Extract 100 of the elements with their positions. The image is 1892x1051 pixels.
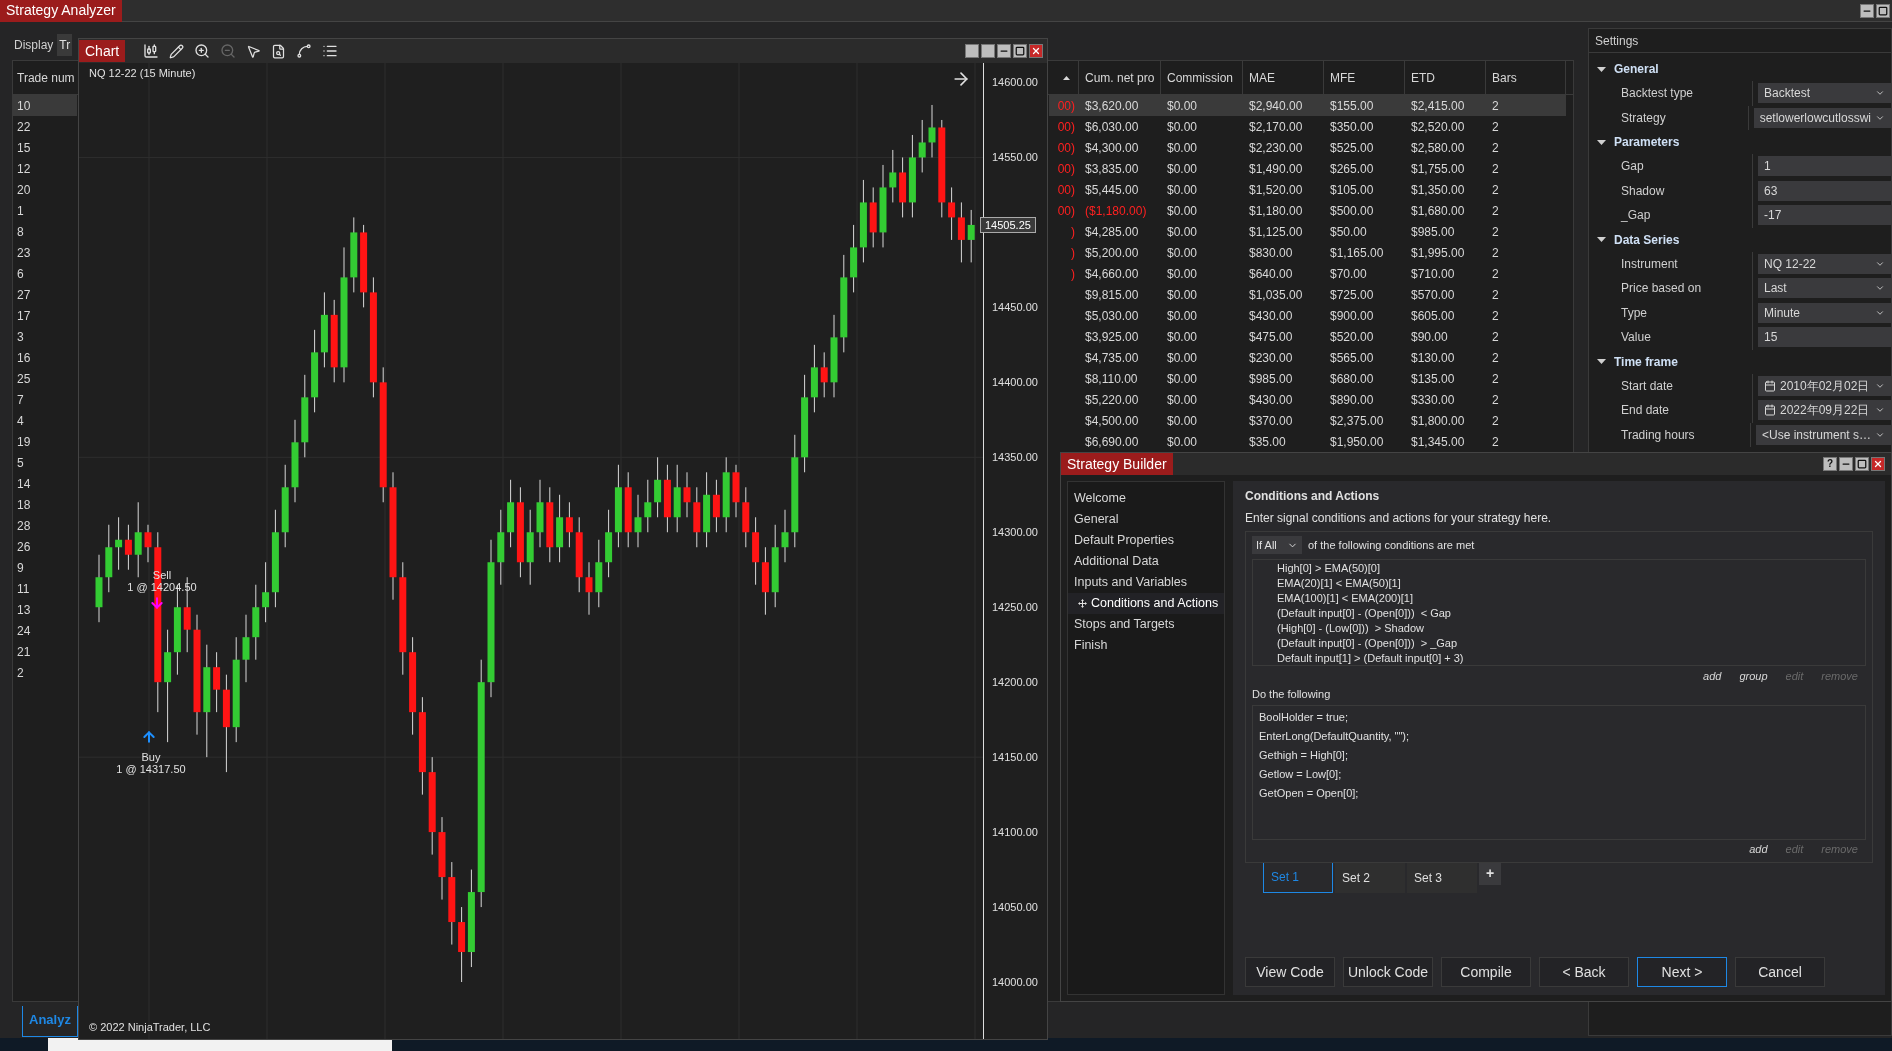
condition-row[interactable]: (Default input[0] - (Open[0])) < Gap [1277, 606, 1865, 621]
table-cell[interactable]: 12 [13, 158, 77, 179]
table-cell[interactable]: 11 [13, 578, 77, 599]
table-cell[interactable]: 16 [13, 347, 77, 368]
list-icon[interactable] [322, 43, 339, 59]
table-row[interactable]: ) $5,200.00 $0.00 $830.00 $1,165.00 $1,995.00 2 [1049, 242, 1566, 263]
table-cell[interactable]: 6 [13, 263, 77, 284]
dropdown-field[interactable]: NQ 12-22 [1758, 253, 1891, 274]
table-cell[interactable]: 2 [13, 662, 77, 683]
table-cell[interactable]: 8 [13, 221, 77, 242]
wizard-nav-item[interactable]: Inputs and Variables [1068, 572, 1224, 593]
condition-row[interactable]: (High[0] - (Low[0])) > Shadow [1277, 621, 1865, 636]
section-header[interactable]: Parameters [1614, 133, 1680, 151]
wizard-button[interactable]: Unlock Code [1343, 957, 1433, 987]
table-cell[interactable]: 7 [13, 389, 77, 410]
column-header[interactable]: MAE [1243, 61, 1324, 94]
table-row[interactable]: $8,110.00 $0.00 $985.00 $680.00 $135.00 2 [1049, 368, 1566, 389]
table-row[interactable]: $3,925.00 $0.00 $475.00 $520.00 $90.00 2 [1049, 326, 1566, 347]
action-link[interactable]: add [1703, 667, 1722, 685]
expand-triangle-icon[interactable] [1597, 357, 1606, 366]
chart-tab[interactable]: Chart [79, 40, 126, 62]
minimize-button[interactable] [1839, 457, 1853, 471]
action-link[interactable]: add [1749, 841, 1768, 858]
condition-row[interactable]: EMA(20)[1] < EMA(50)[1] [1277, 576, 1865, 591]
input-field[interactable]: 15 [1758, 327, 1891, 348]
dropdown-field[interactable]: Backtest [1758, 83, 1891, 104]
column-header[interactable]: MFE [1324, 61, 1405, 94]
date-field[interactable]: 2010年02月02日 [1758, 375, 1891, 396]
table-cell[interactable]: 26 [13, 536, 77, 557]
table-cell[interactable]: 19 [13, 431, 77, 452]
wizard-button[interactable]: View Code [1245, 957, 1335, 987]
expand-triangle-icon[interactable] [1597, 64, 1606, 74]
zoom-out-icon[interactable] [220, 43, 237, 59]
table-cell[interactable]: 1 [13, 200, 77, 221]
set-tab[interactable]: Set 2 [1335, 862, 1405, 893]
section-header[interactable]: Time frame [1614, 352, 1678, 371]
table-row[interactable]: $6,690.00 $0.00 $35.00 $1,950.00 $1,345.00 2 [1049, 431, 1566, 452]
table-cell[interactable]: 28 [13, 515, 77, 536]
table-row[interactable]: 00) ($1,180.00) $0.00 $1,180.00 $500.00 $1,680.00 2 [1049, 200, 1566, 221]
table-cell[interactable]: 27 [13, 284, 77, 305]
column-header[interactable]: ETD [1405, 61, 1486, 94]
set-tab[interactable]: Set 1 [1263, 862, 1333, 893]
table-cell[interactable]: 22 [13, 116, 77, 137]
analyzer-tab[interactable]: Display [12, 34, 56, 56]
minimize-button[interactable] [1860, 3, 1874, 18]
table-row[interactable]: $9,815.00 $0.00 $1,035.00 $725.00 $570.00 2 [1049, 284, 1566, 305]
table-cell[interactable]: 14 [13, 473, 77, 494]
wizard-nav-item[interactable]: Conditions and Actions [1068, 593, 1224, 614]
table-cell[interactable]: 15 [13, 137, 77, 158]
zoom-in-icon[interactable] [194, 43, 211, 59]
table-row[interactable]: ) $4,285.00 $0.00 $1,125.00 $50.00 $985.00 2 [1049, 221, 1566, 242]
condition-row[interactable]: High[0] > EMA(50)[0] [1277, 561, 1865, 576]
expand-triangle-icon[interactable] [1597, 235, 1606, 244]
table-row[interactable]: 00) $3,620.00 $0.00 $2,940.00 $155.00 $2,415.00 2 [1049, 95, 1566, 116]
column-header[interactable]: Commission [1161, 61, 1243, 94]
maximize-button[interactable] [1855, 457, 1869, 471]
table-row[interactable]: 00) $3,835.00 $0.00 $1,490.00 $265.00 $1,755.00 2 [1049, 158, 1566, 179]
column-header[interactable]: Bars [1486, 61, 1566, 94]
pointer-icon[interactable] [246, 43, 262, 59]
wizard-nav-item[interactable]: Stops and Targets [1068, 614, 1224, 635]
wizard-button[interactable]: < Back [1539, 957, 1629, 987]
table-row[interactable]: 00) $6,030.00 $0.00 $2,170.00 $350.00 $2,520.00 2 [1049, 116, 1566, 137]
table-row[interactable]: 00) $5,445.00 $0.00 $1,520.00 $105.00 $1,350.00 2 [1049, 179, 1566, 200]
condition-row[interactable]: (Default input[0] - (Open[0])) > _Gap [1277, 636, 1865, 651]
wizard-button[interactable]: Cancel [1735, 957, 1825, 987]
table-cell[interactable]: 17 [13, 305, 77, 326]
wizard-button[interactable]: Compile [1441, 957, 1531, 987]
maximize-button[interactable] [1013, 44, 1027, 58]
table-row[interactable]: ) $4,660.00 $0.00 $640.00 $70.00 $710.00 2 [1049, 263, 1566, 284]
date-field[interactable]: 2022年09月22日 [1758, 400, 1891, 421]
table-cell[interactable]: 24 [13, 620, 77, 641]
candlestick-icon[interactable] [143, 43, 160, 59]
add-set-button[interactable]: + [1479, 862, 1501, 885]
action-row[interactable]: Getlow = Low[0]; [1259, 764, 1865, 784]
table-cell[interactable]: 13 [13, 599, 77, 620]
wizard-nav-item[interactable]: General [1068, 509, 1224, 530]
minimize-button[interactable] [997, 44, 1011, 58]
close-button[interactable] [1871, 457, 1885, 471]
table-cell[interactable]: 25 [13, 368, 77, 389]
help-button[interactable]: ? [1823, 457, 1837, 471]
condition-row[interactable]: EMA(100)[1] < EMA(200)[1] [1277, 591, 1865, 606]
wizard-nav-item[interactable]: Finish [1068, 635, 1224, 656]
pencil-icon[interactable] [169, 43, 185, 59]
maximize-button[interactable] [1876, 3, 1890, 18]
input-field[interactable]: 63 [1758, 180, 1891, 201]
action-row[interactable]: GetOpen = Open[0]; [1259, 783, 1865, 803]
action-link[interactable]: group [1739, 667, 1768, 685]
section-header[interactable]: Data Series [1614, 230, 1680, 249]
table-row[interactable]: $5,030.00 $0.00 $430.00 $900.00 $605.00 2 [1049, 305, 1566, 326]
line-drawing-icon[interactable] [296, 43, 313, 59]
dropdown-field[interactable]: Last [1758, 278, 1891, 299]
close-button[interactable] [1029, 44, 1043, 58]
set-tab[interactable]: Set 3 [1407, 862, 1477, 893]
table-cell[interactable]: 9 [13, 557, 77, 578]
dropdown-field[interactable]: <Use instrument s… [1755, 424, 1891, 445]
table-cell[interactable]: 10 [13, 95, 77, 116]
document-search-icon[interactable] [271, 43, 287, 59]
table-row[interactable]: $5,220.00 $0.00 $430.00 $890.00 $330.00 2 [1049, 389, 1566, 410]
wizard-nav-item[interactable]: Welcome [1068, 488, 1224, 509]
expand-triangle-icon[interactable] [1597, 137, 1606, 147]
